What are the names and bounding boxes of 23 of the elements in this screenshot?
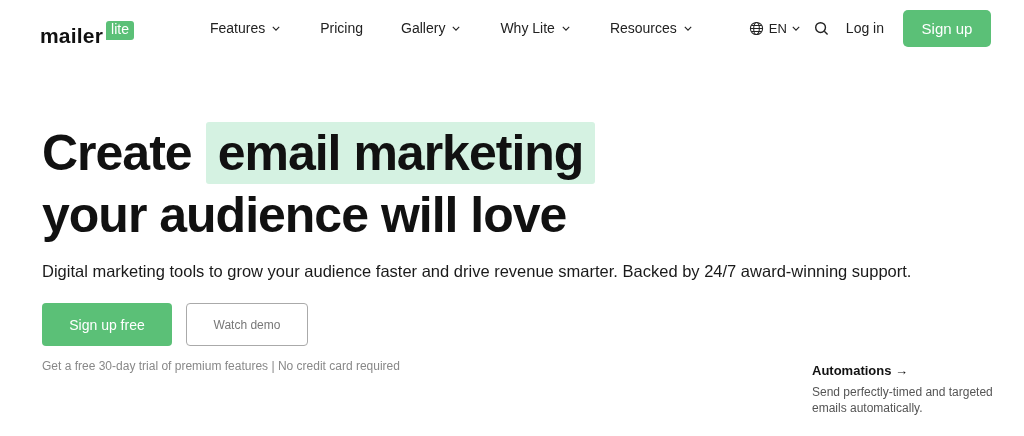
headline-text: Create: [42, 125, 192, 181]
feature-link[interactable]: Automations →: [812, 363, 1012, 378]
trial-note: Get a free 30-day trial of premium features | No credit card required: [42, 359, 400, 373]
nav-link[interactable]: Gallery: [401, 20, 461, 36]
nav-link[interactable]: Features: [210, 20, 281, 36]
nav-link[interactable]: Why Lite: [500, 20, 570, 36]
search-icon[interactable]: [813, 20, 829, 36]
chevron-down-icon: [561, 25, 570, 31]
logo-wordmark[interactable]: mailer: [40, 10, 104, 46]
watch-demo-button[interactable]: Watch demo: [186, 303, 308, 346]
highlighted-headline: email marketing: [205, 122, 596, 184]
nav-link[interactable]: Resources: [609, 20, 692, 36]
language-selector[interactable]: EN: [748, 20, 800, 36]
nav-link[interactable]: Pricing: [320, 20, 364, 36]
headline-text: your audience will love: [42, 186, 568, 245]
chevron-down-icon: [452, 25, 461, 31]
globe-icon: [748, 20, 764, 36]
chevron-down-icon: [683, 25, 692, 31]
feature-description: Send perfectly-timed and targeted emails automatically.: [812, 384, 994, 416]
hero-subtitle: Digital marketing tools to grow your audience faster and drive revenue smarter. Backed by 24/7 award-winning support.: [42, 262, 913, 281]
chevron-down-icon: [272, 25, 281, 31]
chevron-down-icon: [791, 25, 800, 31]
login-link[interactable]: Log in: [845, 20, 884, 36]
